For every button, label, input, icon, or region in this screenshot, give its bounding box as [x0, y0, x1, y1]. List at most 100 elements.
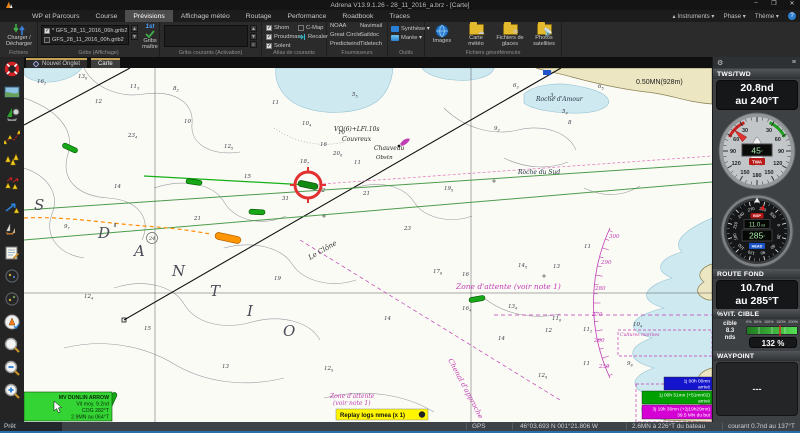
nautical-chart[interactable]: 162136113 821223410410111620618722 2131145… [23, 67, 713, 423]
gribs-listbox[interactable]: ✓* GFS_28_11_2016_06h.grib2✓GFS_28_11_20… [41, 25, 129, 45]
provider-noaa[interactable]: NOAA [330, 22, 361, 31]
checkbox[interactable]: ✓ [266, 24, 272, 31]
menu-tab-pr-visions[interactable]: Prévisions [125, 10, 173, 22]
sidebar-tool-mob[interactable] [3, 60, 21, 78]
provider-saildoc[interactable]: Saildoc [360, 31, 382, 40]
carte-m-t-o-icon: ☁ [477, 29, 485, 36]
sidebar-tool-mark-arrow[interactable] [3, 198, 21, 216]
georef-photos-satellites[interactable]: 📡 Photos satellites [529, 22, 559, 47]
gribs-maitre-button[interactable]: 1st Gribs maître [140, 24, 160, 50]
chart-label: Cultures marines [620, 332, 660, 338]
ais-label-line: Vit moy. 9.2nd [76, 402, 109, 408]
menu-tab-traces[interactable]: Traces [381, 10, 418, 22]
grib-checkbox[interactable]: ✓ [44, 27, 50, 34]
menu-right-items: ▴ Instruments ▾ Phase ▾ Thème ▾? [673, 10, 796, 22]
menu-tab-routage[interactable]: Routage [238, 10, 280, 22]
atlas-check-solent[interactable]: ✓ Solent [266, 41, 301, 50]
panel-toolbar: ⚙ ≡ [713, 57, 800, 68]
grib-row-0[interactable]: ✓ * GFS_28_11_2016_06h.grib2 [42, 26, 128, 35]
sidebar-tool-charts[interactable] [3, 83, 21, 101]
twa-label: TWA [752, 159, 763, 164]
measure-2-icon [5, 292, 19, 306]
cmap-checkbox[interactable]: ✓C-Map [298, 23, 328, 32]
minimize-button[interactable]: – [750, 0, 762, 7]
sidebar-tool-route-edit[interactable] [3, 129, 21, 147]
scale-label: 200% [788, 320, 798, 324]
close-button[interactable]: ✕ [786, 0, 798, 7]
atlas-right: ✓C-Map Recaler [298, 23, 328, 41]
sidebar-tool-boat-data[interactable] [3, 106, 21, 124]
chart-area[interactable]: 162 136 113 82 12 234 104 10 11 16 206 187 22 21 31 145… [23, 67, 713, 423]
compass-dial[interactable]: 0306090120150180210240270300330BSP11.0 n… [713, 193, 800, 269]
provider-tidetech[interactable]: Tidetech [360, 40, 382, 49]
grib-checkbox[interactable]: ✓ [44, 36, 50, 43]
recaler-button[interactable]: Recaler [298, 32, 328, 41]
sidebar-tool-marks-move[interactable] [3, 175, 21, 193]
zoom-window-icon [4, 337, 20, 353]
replay-button-icon[interactable] [418, 411, 426, 418]
group-label-gribs-affichage: Gribs (Affichage) [78, 50, 119, 56]
sidebar-tool-marks[interactable] [3, 152, 21, 170]
adrena-window: Adrena V13.9.1.26 - 28_11_2016_a.brz - [… [0, 0, 800, 433]
menu-tab-roadbook[interactable]: Roadbook [334, 10, 381, 22]
menu-tab-affichage-m-t-o[interactable]: Affichage météo [173, 10, 238, 22]
menu-right-phase[interactable]: Phase ▾ [724, 13, 746, 20]
sidebar-tool-measure-2[interactable] [3, 290, 21, 308]
seaname-letter: N [171, 262, 186, 280]
atlas-check-shom[interactable]: ✓ Shom [266, 23, 301, 32]
checkbox[interactable]: ✓ [266, 33, 272, 40]
sidebar-tool-measure-1[interactable] [3, 267, 21, 285]
menu-right-instruments[interactable]: ▴ Instruments ▾ [673, 13, 715, 20]
ais-boat[interactable] [248, 208, 266, 216]
sidebar-tool-notes[interactable] [3, 244, 21, 262]
sidebar-tool-zoom-window[interactable] [3, 336, 21, 354]
group-label-outils: Outils [399, 50, 413, 56]
depth-sounding: 10 [184, 119, 191, 125]
notes-icon [5, 246, 20, 260]
menu-tab-wp-et-parcours[interactable]: WP et Parcours [24, 10, 87, 22]
sidebar-tool-zoom-out[interactable] [3, 359, 21, 377]
menu-tab-performance[interactable]: Performance [279, 10, 334, 22]
gear-icon[interactable]: ⚙ [717, 59, 723, 67]
georef-carte-m-t-o[interactable]: ☁ Carte météo [461, 22, 491, 47]
grib-row-1[interactable]: ✓GFS_28_11_2016_00h.grib2 [42, 35, 128, 44]
wind-angle-dial[interactable]: 30 3060 6090 90120 120150 15018045°TWA [713, 111, 800, 191]
outil-synth-se[interactable]: Synthèse ▾ [391, 24, 430, 33]
checkbox[interactable]: ✓ [266, 42, 272, 49]
checkbox[interactable]: ✓ [298, 24, 304, 31]
menu-tab-course[interactable]: Course [87, 10, 125, 22]
sidebar-tool-fleet[interactable] [3, 221, 21, 239]
panel-menu-icon[interactable]: ≡ [792, 59, 796, 66]
dial-number: 30 [742, 128, 748, 134]
seaname-letter: D [97, 224, 110, 242]
grib-label: GFS_28_11_2016_00h.grib2 [52, 36, 124, 43]
depth-sounding: 14 [114, 184, 121, 190]
georef-fichiers-de-glaces[interactable]: ❄ Fichiers de glaces [495, 22, 525, 47]
boat-data-icon [7, 108, 20, 121]
sidebar-tool-buoy-select[interactable] [3, 313, 21, 331]
georef-images[interactable]: Images [427, 24, 457, 47]
charger-decharger-button[interactable]: Charger / Décharger [3, 24, 35, 47]
help-button[interactable]: ? [788, 12, 796, 20]
sidebar-tool-zoom-in[interactable] [3, 382, 21, 400]
cible-label: cible [723, 321, 737, 327]
provider-great-circle[interactable]: Great Circle [330, 31, 361, 40]
tab-carte[interactable]: Carte [91, 58, 120, 68]
target-speed-gauge [746, 325, 798, 336]
label: Proudman [274, 33, 301, 40]
eta-status: 39.5 MN du but [677, 413, 710, 419]
outil-mar-e[interactable]: Marée ▾ [391, 33, 430, 42]
chart-label: Obstn [376, 155, 393, 161]
rose-number: 250 [598, 364, 610, 370]
gribs-courants-spinner[interactable]: ▲ ▼ ≡ [250, 25, 257, 48]
atlas-check-proudman[interactable]: ✓ Proudman [266, 32, 301, 41]
menu-right-th-me[interactable]: Thème ▾ [755, 13, 779, 20]
gribs-courants-listbox[interactable] [164, 25, 248, 47]
provider-predictwind[interactable]: Predictwind [330, 40, 361, 49]
provider-navimail[interactable]: Navimail [360, 22, 382, 31]
gribs-list-spinner[interactable]: ▲ ▼ [131, 25, 138, 40]
seaname-letter: T [210, 282, 221, 300]
maximize-button[interactable]: ❐ [768, 0, 780, 7]
menu-spacer [0, 10, 24, 22]
tab-nouvel-onglet[interactable]: Nouvel Onglet [26, 58, 88, 68]
